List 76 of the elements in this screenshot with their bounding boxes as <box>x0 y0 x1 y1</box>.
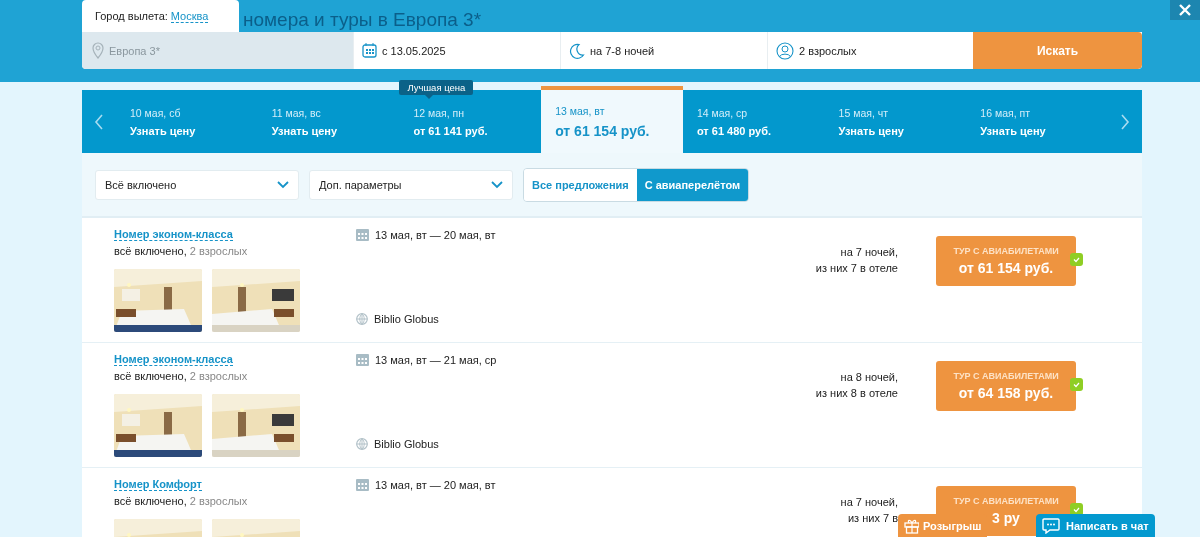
room-link[interactable]: Номер Комфорт <box>114 478 202 491</box>
price-label: Узнать цену <box>130 124 197 137</box>
raffle-button[interactable]: Розыгрыш <box>898 514 988 537</box>
nights-text: на 7 ночей, <box>839 245 898 260</box>
room-details: всё включено, 2 взрослых <box>114 245 248 257</box>
date-tab[interactable]: 13 мая, вт от 61 154 руб. <box>541 86 683 153</box>
chat-button[interactable]: Написать в чат <box>1036 514 1155 537</box>
room-link[interactable]: Номер эконом-класса <box>114 353 233 366</box>
calendar-icon <box>356 228 369 241</box>
tour-operator: Biblio Globus <box>374 438 439 450</box>
calendar-icon <box>362 43 377 58</box>
moon-icon <box>569 42 585 59</box>
departure-label: Город вылета: <box>95 10 168 22</box>
location-pin-icon <box>92 42 104 59</box>
nights-field[interactable]: на 7-8 ночей <box>561 32 768 69</box>
room-details: всё включено, 2 взрослых <box>114 370 248 382</box>
date-label: 13 мая, вт <box>555 104 606 117</box>
chevron-right-icon[interactable] <box>1120 112 1131 131</box>
parameters-select[interactable]: Доп. параметры <box>309 169 513 200</box>
field-value: 2 взрослых <box>799 44 857 57</box>
guests-field[interactable]: 2 взрослых <box>768 32 973 69</box>
date-tab[interactable]: 15 мая, чт Узнать цену <box>824 90 967 153</box>
meal-select[interactable]: Всё включено <box>95 169 299 200</box>
price-label: от 61 480 руб. <box>696 124 772 137</box>
chevron-down-icon <box>277 180 289 189</box>
date-tab[interactable]: 14 мая, ср от 61 480 руб. <box>682 90 825 153</box>
price-label: Узнать цену <box>271 124 339 137</box>
price-label: от 61 154 руб. <box>555 122 651 139</box>
close-icon <box>1179 4 1191 16</box>
price-label: Узнать цену <box>838 124 905 137</box>
date-label: 16 мая, пт <box>980 106 1031 119</box>
date-label: 12 мая, пн <box>413 106 466 119</box>
globe-icon <box>356 438 368 450</box>
room-link[interactable]: Номер эконом-класса <box>114 228 233 241</box>
travel-dates: 13 мая, вт — 20 мая, вт <box>375 228 496 241</box>
date-label: 10 мая, сб <box>130 106 182 119</box>
toggle-button[interactable]: Все предложения <box>524 168 637 201</box>
page-title: номера и туры в Европа 3* <box>243 9 482 31</box>
hotel-nights-text: из них 7 в отеле <box>815 261 898 276</box>
price-label: Узнать цену <box>980 124 1047 137</box>
date-field[interactable]: с 13.05.2025 <box>354 32 561 69</box>
field-value: с 13.05.2025 <box>382 44 446 57</box>
travel-dates: 13 мая, вт — 20 мая, вт <box>375 478 496 491</box>
nights-text: на 7 ночей, <box>840 495 898 510</box>
search-button[interactable]: Искать <box>973 32 1142 69</box>
select-value: Всё включено <box>105 178 177 191</box>
date-label: 15 мая, чт <box>838 106 890 119</box>
price-label: от 61 141 руб. <box>413 124 489 137</box>
globe-icon <box>356 313 368 325</box>
date-tab[interactable]: 16 мая, пт Узнать цену <box>966 90 1109 153</box>
calendar-icon <box>356 353 369 366</box>
price-button[interactable]: ТУР С АВИАБИЛЕТАМИ от 61 154 руб. <box>936 236 1076 286</box>
chat-icon <box>1042 517 1060 534</box>
chevron-left-icon[interactable] <box>94 112 104 131</box>
date-label: 11 мая, вс <box>271 106 322 119</box>
close-button[interactable] <box>1170 0 1200 20</box>
date-label: 14 мая, ср <box>696 106 749 119</box>
departure-city-link[interactable]: Москва <box>170 9 209 23</box>
date-tab[interactable]: 10 мая, сб Узнать цену <box>116 90 258 153</box>
hotel-nights-text: из них 8 в отеле <box>815 386 898 401</box>
date-tab[interactable]: 11 мая, вс Узнать цену <box>257 90 400 153</box>
price-button[interactable]: ТУР С АВИАБИЛЕТАМИ от 64 158 руб. <box>936 361 1076 411</box>
select-value: Доп. параметры <box>319 178 402 191</box>
room-details: всё включено, 2 взрослых <box>114 495 248 507</box>
tour-operator: Biblio Globus <box>374 313 439 325</box>
gift-icon <box>904 517 919 534</box>
nights-text: на 8 ночей, <box>839 370 898 385</box>
field-value: Европа 3* <box>109 44 160 57</box>
person-icon <box>776 41 794 60</box>
travel-dates: 13 мая, вт — 21 мая, ср <box>375 353 497 366</box>
destination-field[interactable]: Европа 3* <box>82 32 354 69</box>
field-value: на 7-8 ночей <box>590 44 655 57</box>
toggle-button[interactable]: С авиаперелётом <box>636 168 749 201</box>
calendar-icon <box>356 478 369 491</box>
hotel-nights-text: из них 7 в <box>846 511 898 526</box>
chevron-down-icon <box>491 180 503 189</box>
